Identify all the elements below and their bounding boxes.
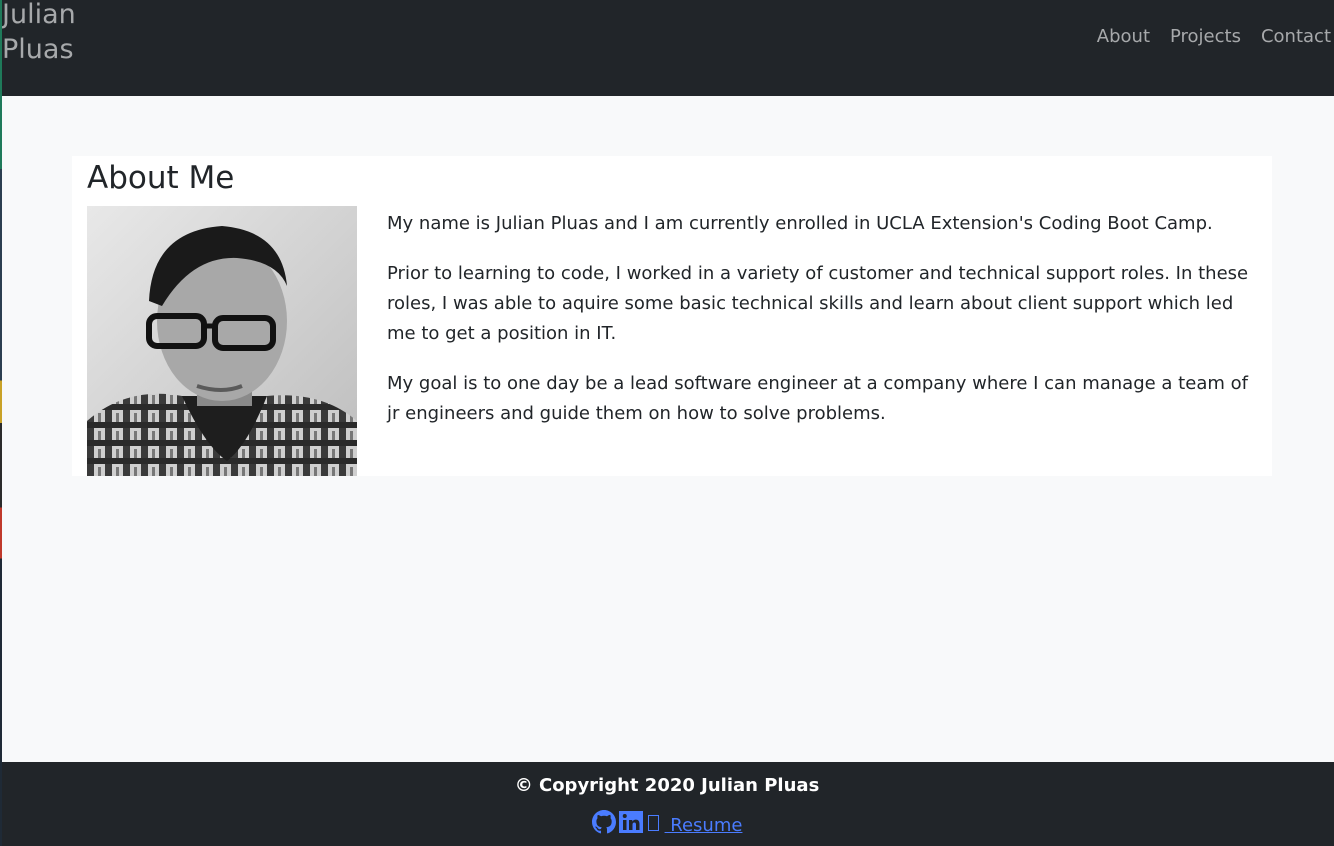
nav-link-about[interactable]: About xyxy=(1087,24,1160,50)
linkedin-icon xyxy=(618,810,644,841)
about-card: About Me My name is Julian Pluas and I a… xyxy=(72,156,1272,476)
copyright-text: © Copyright 2020 Julian Pluas xyxy=(514,775,820,796)
linkedin-link[interactable] xyxy=(618,810,644,841)
brand-link[interactable]: Julian Pluas xyxy=(2,0,92,67)
about-paragraph: My goal is to one day be a lead software… xyxy=(387,373,1248,424)
window-edge-strip xyxy=(0,0,2,846)
about-paragraph: My name is Julian Pluas and I am current… xyxy=(387,213,1213,234)
nav-links: About Projects Contact xyxy=(1087,24,1331,50)
resume-link[interactable]: Resume xyxy=(646,814,743,838)
github-link[interactable] xyxy=(591,810,616,841)
footer: © Copyright 2020 Julian Pluas Resume xyxy=(0,762,1334,846)
profile-photo xyxy=(87,206,357,476)
nav-link-contact[interactable]: Contact xyxy=(1251,24,1331,50)
nav-link-projects[interactable]: Projects xyxy=(1160,24,1251,50)
navbar: Julian Pluas About Projects Contact xyxy=(0,0,1334,96)
resume-label: Resume xyxy=(664,814,743,836)
about-paragraph: Prior to learning to code, I worked in a… xyxy=(387,263,1249,344)
footer-links: Resume xyxy=(0,810,1334,841)
file-icon xyxy=(647,814,659,831)
github-icon xyxy=(591,810,616,841)
about-text: My name is Julian Pluas and I am current… xyxy=(387,209,1257,449)
about-heading: About Me xyxy=(87,160,235,196)
